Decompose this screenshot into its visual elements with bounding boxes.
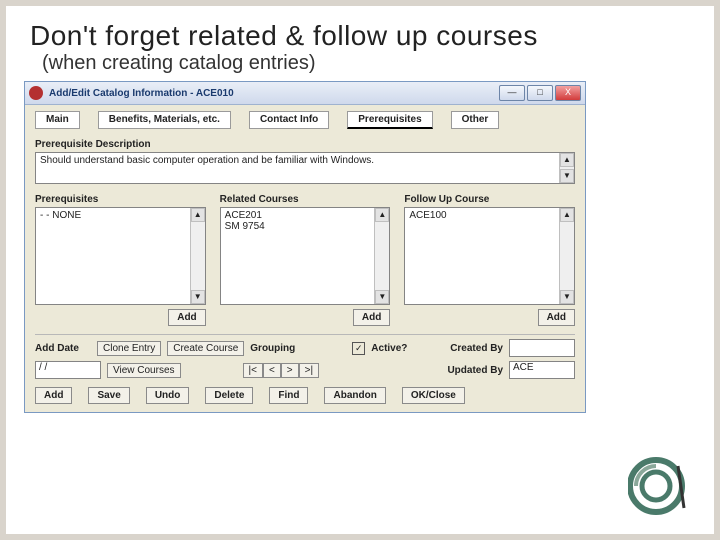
nav-last-button[interactable]: >| — [299, 363, 319, 378]
prerequisites-label: Prerequisites — [35, 194, 206, 205]
close-button[interactable]: X — [555, 85, 581, 101]
scroll-down-icon[interactable]: ▼ — [191, 290, 205, 304]
find-button[interactable]: Find — [269, 387, 308, 404]
record-nav: |< < > >| — [243, 363, 320, 378]
add-date-field[interactable]: / / — [35, 361, 101, 379]
scroll-up-icon[interactable]: ▲ — [560, 208, 574, 222]
scroll-down-icon[interactable]: ▼ — [375, 290, 389, 304]
nav-next-button[interactable]: > — [281, 363, 299, 378]
related-list[interactable]: ACE201 SM 9754 ▲ ▼ — [220, 207, 391, 305]
abandon-button[interactable]: Abandon — [324, 387, 385, 404]
nav-prev-button[interactable]: < — [263, 363, 281, 378]
view-courses-button[interactable]: View Courses — [107, 363, 181, 378]
active-label: Active? — [371, 343, 407, 354]
scrollbar[interactable]: ▲ ▼ — [559, 208, 574, 304]
scroll-up-icon[interactable]: ▲ — [191, 208, 205, 222]
scrollbar[interactable]: ▲ ▼ — [374, 208, 389, 304]
ok-close-button[interactable]: OK/Close — [402, 387, 465, 404]
add-related-button[interactable]: Add — [353, 309, 390, 326]
active-checkbox[interactable]: ✓ — [352, 342, 365, 355]
scroll-up-icon[interactable]: ▲ — [560, 153, 574, 167]
list-item[interactable]: ACE201 — [225, 210, 386, 221]
scroll-down-icon[interactable]: ▼ — [560, 169, 574, 183]
created-by-field[interactable] — [509, 339, 575, 357]
grouping-label: Grouping — [250, 343, 300, 354]
add-prerequisite-button[interactable]: Add — [168, 309, 205, 326]
scroll-up-icon[interactable]: ▲ — [375, 208, 389, 222]
create-course-button[interactable]: Create Course — [167, 341, 244, 356]
add-button[interactable]: Add — [35, 387, 72, 404]
scrollbar[interactable]: ▲ ▼ — [190, 208, 205, 304]
list-item[interactable]: ACE100 — [409, 210, 570, 221]
nav-first-button[interactable]: |< — [243, 363, 263, 378]
app-icon — [29, 86, 43, 100]
list-item[interactable]: - - NONE — [40, 210, 201, 221]
updated-by-label: Updated By — [443, 365, 503, 376]
updated-by-field[interactable]: ACE — [509, 361, 575, 379]
prereq-desc-text: Should understand basic computer operati… — [40, 155, 374, 166]
tab-other[interactable]: Other — [451, 111, 500, 129]
slide-subtitle: (when creating catalog entries) — [42, 52, 696, 75]
tab-strip: Main Benefits, Materials, etc. Contact I… — [25, 105, 585, 129]
clone-entry-button[interactable]: Clone Entry — [97, 341, 161, 356]
related-label: Related Courses — [220, 194, 391, 205]
slide-title: Don't forget related & follow up courses — [30, 20, 696, 52]
scrollbar[interactable]: ▲ ▼ — [559, 153, 574, 183]
scroll-down-icon[interactable]: ▼ — [560, 290, 574, 304]
prereq-desc-label: Prerequisite Description — [35, 139, 575, 150]
tab-contact[interactable]: Contact Info — [249, 111, 329, 129]
prerequisites-list[interactable]: - - NONE ▲ ▼ — [35, 207, 206, 305]
tab-prerequisites[interactable]: Prerequisites — [347, 111, 432, 129]
dialog-window: Add/Edit Catalog Information - ACE010 — … — [24, 81, 586, 413]
add-date-label: Add Date — [35, 343, 91, 354]
followup-list[interactable]: ACE100 ▲ ▼ — [404, 207, 575, 305]
tab-main[interactable]: Main — [35, 111, 80, 129]
delete-button[interactable]: Delete — [205, 387, 253, 404]
maximize-button[interactable]: □ — [527, 85, 553, 101]
titlebar[interactable]: Add/Edit Catalog Information - ACE010 — … — [25, 82, 585, 105]
minimize-button[interactable]: — — [499, 85, 525, 101]
undo-button[interactable]: Undo — [146, 387, 190, 404]
followup-label: Follow Up Course — [404, 194, 575, 205]
add-followup-button[interactable]: Add — [538, 309, 575, 326]
tab-benefits[interactable]: Benefits, Materials, etc. — [98, 111, 231, 129]
prereq-desc-input[interactable]: Should understand basic computer operati… — [35, 152, 575, 184]
created-by-label: Created By — [443, 343, 503, 354]
brand-logo-icon — [628, 456, 688, 516]
window-title: Add/Edit Catalog Information - ACE010 — [49, 88, 497, 99]
list-item[interactable]: SM 9754 — [225, 221, 386, 232]
save-button[interactable]: Save — [88, 387, 129, 404]
